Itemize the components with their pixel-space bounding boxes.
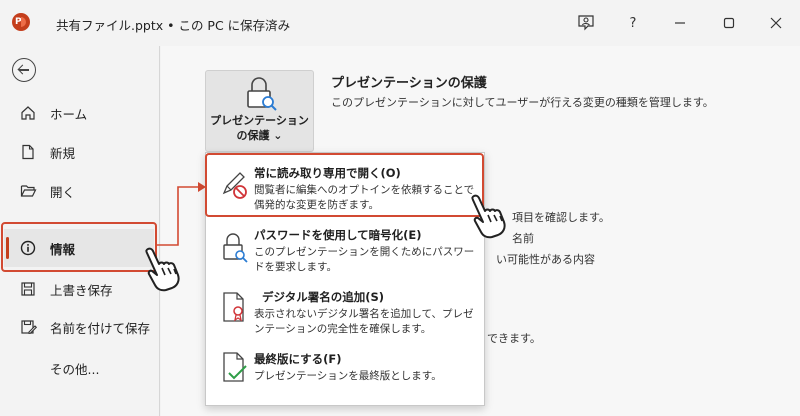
nav-item-label: 上書き保存 — [50, 282, 113, 298]
background-text-2: 名前 — [512, 232, 534, 245]
protect-label-line2: の保護 ⌄ — [236, 129, 283, 142]
highlight-box-read-only — [205, 153, 484, 217]
menu-item-title: 最終版にする(F) — [254, 352, 342, 366]
section-title: プレゼンテーションの保護 — [331, 76, 487, 91]
save-as-icon — [18, 317, 38, 337]
nav-item-save-as[interactable]: 名前を付けて保存 — [4, 308, 154, 346]
menu-item-mark-final[interactable]: 最終版にする(F) プレゼンテーションを最終版とします。 — [206, 347, 484, 399]
nav-item-label: 新規 — [50, 145, 76, 161]
more-spacer — [18, 358, 38, 378]
help-button[interactable]: ? — [621, 11, 645, 35]
menu-item-title: デジタル署名の追加(S) — [262, 290, 385, 304]
window-title: 共有ファイル.pptx • この PC に保存済み — [56, 18, 291, 33]
nav-item-label: ホーム — [50, 106, 88, 122]
pointing-hand-icon — [471, 194, 506, 239]
nav-item-new[interactable]: 新規 — [4, 133, 154, 171]
back-arrow-icon[interactable] — [12, 58, 36, 82]
lock-magnifier-icon — [247, 77, 277, 111]
person-chat-icon — [578, 15, 594, 31]
protect-label-line1: プレゼンテーション — [210, 114, 309, 127]
menu-item-title: パスワードを使用して暗号化(E) — [254, 228, 422, 242]
nav-item-more[interactable]: その他... — [4, 349, 154, 387]
menu-item-desc: このプレゼンテーションを開くためにパスワードを要求します。 — [254, 246, 475, 273]
section-description: このプレゼンテーションに対してユーザーが行える変更の種類を管理します。 — [331, 96, 714, 109]
nav-item-label: その他... — [50, 361, 100, 377]
powerpoint-logo-icon: P — [12, 13, 30, 31]
minimize-icon — [675, 22, 685, 24]
menu-item-digital-signature[interactable]: デジタル署名の追加(S) 表示されないデジタル署名を追加して、プレゼンテーション… — [206, 285, 484, 341]
nav-item-label: 名前を付けて保存 — [50, 320, 151, 336]
certificate-document-icon — [223, 292, 244, 322]
background-text-4: できます。 — [487, 332, 541, 345]
close-icon — [770, 17, 782, 29]
maximize-icon — [723, 17, 735, 29]
app-logo-letter: P — [15, 17, 22, 27]
pointing-hand-icon — [145, 247, 180, 292]
background-text-3: い可能性がある内容 — [496, 253, 595, 266]
menu-item-desc: 表示されないデジタル署名を追加して、プレゼンテーションの完全性を確保します。 — [254, 308, 474, 335]
nav-item-label: 開く — [50, 184, 76, 200]
folder-open-icon — [18, 181, 38, 201]
save-icon — [18, 279, 38, 299]
menu-item-desc: プレゼンテーションを最終版とします。 — [254, 370, 442, 382]
background-text-1: 項目を確認します。 — [512, 211, 610, 224]
nav-item-save[interactable]: 上書き保存 — [4, 270, 154, 308]
minimize-button[interactable] — [668, 11, 692, 35]
maximize-button[interactable] — [717, 11, 741, 35]
protect-button-label: プレゼンテーション の保護 ⌄ — [206, 113, 313, 143]
close-button[interactable] — [764, 11, 788, 35]
menu-item-encrypt[interactable]: パスワードを使用して暗号化(E) このプレゼンテーションを開くためにパスワードを… — [206, 223, 484, 279]
coauthor-icon[interactable] — [574, 11, 598, 35]
home-icon — [18, 103, 38, 123]
new-document-icon — [18, 142, 38, 162]
title-bar: P 共有ファイル.pptx • この PC に保存済み ? — [0, 0, 800, 46]
protect-presentation-button[interactable]: プレゼンテーション の保護 ⌄ — [205, 70, 314, 152]
nav-item-open[interactable]: 開く — [4, 172, 154, 210]
lock-key-icon — [223, 233, 248, 263]
nav-item-home[interactable]: ホーム — [4, 94, 154, 132]
document-check-icon — [223, 352, 247, 382]
highlight-box-info — [1, 222, 157, 272]
